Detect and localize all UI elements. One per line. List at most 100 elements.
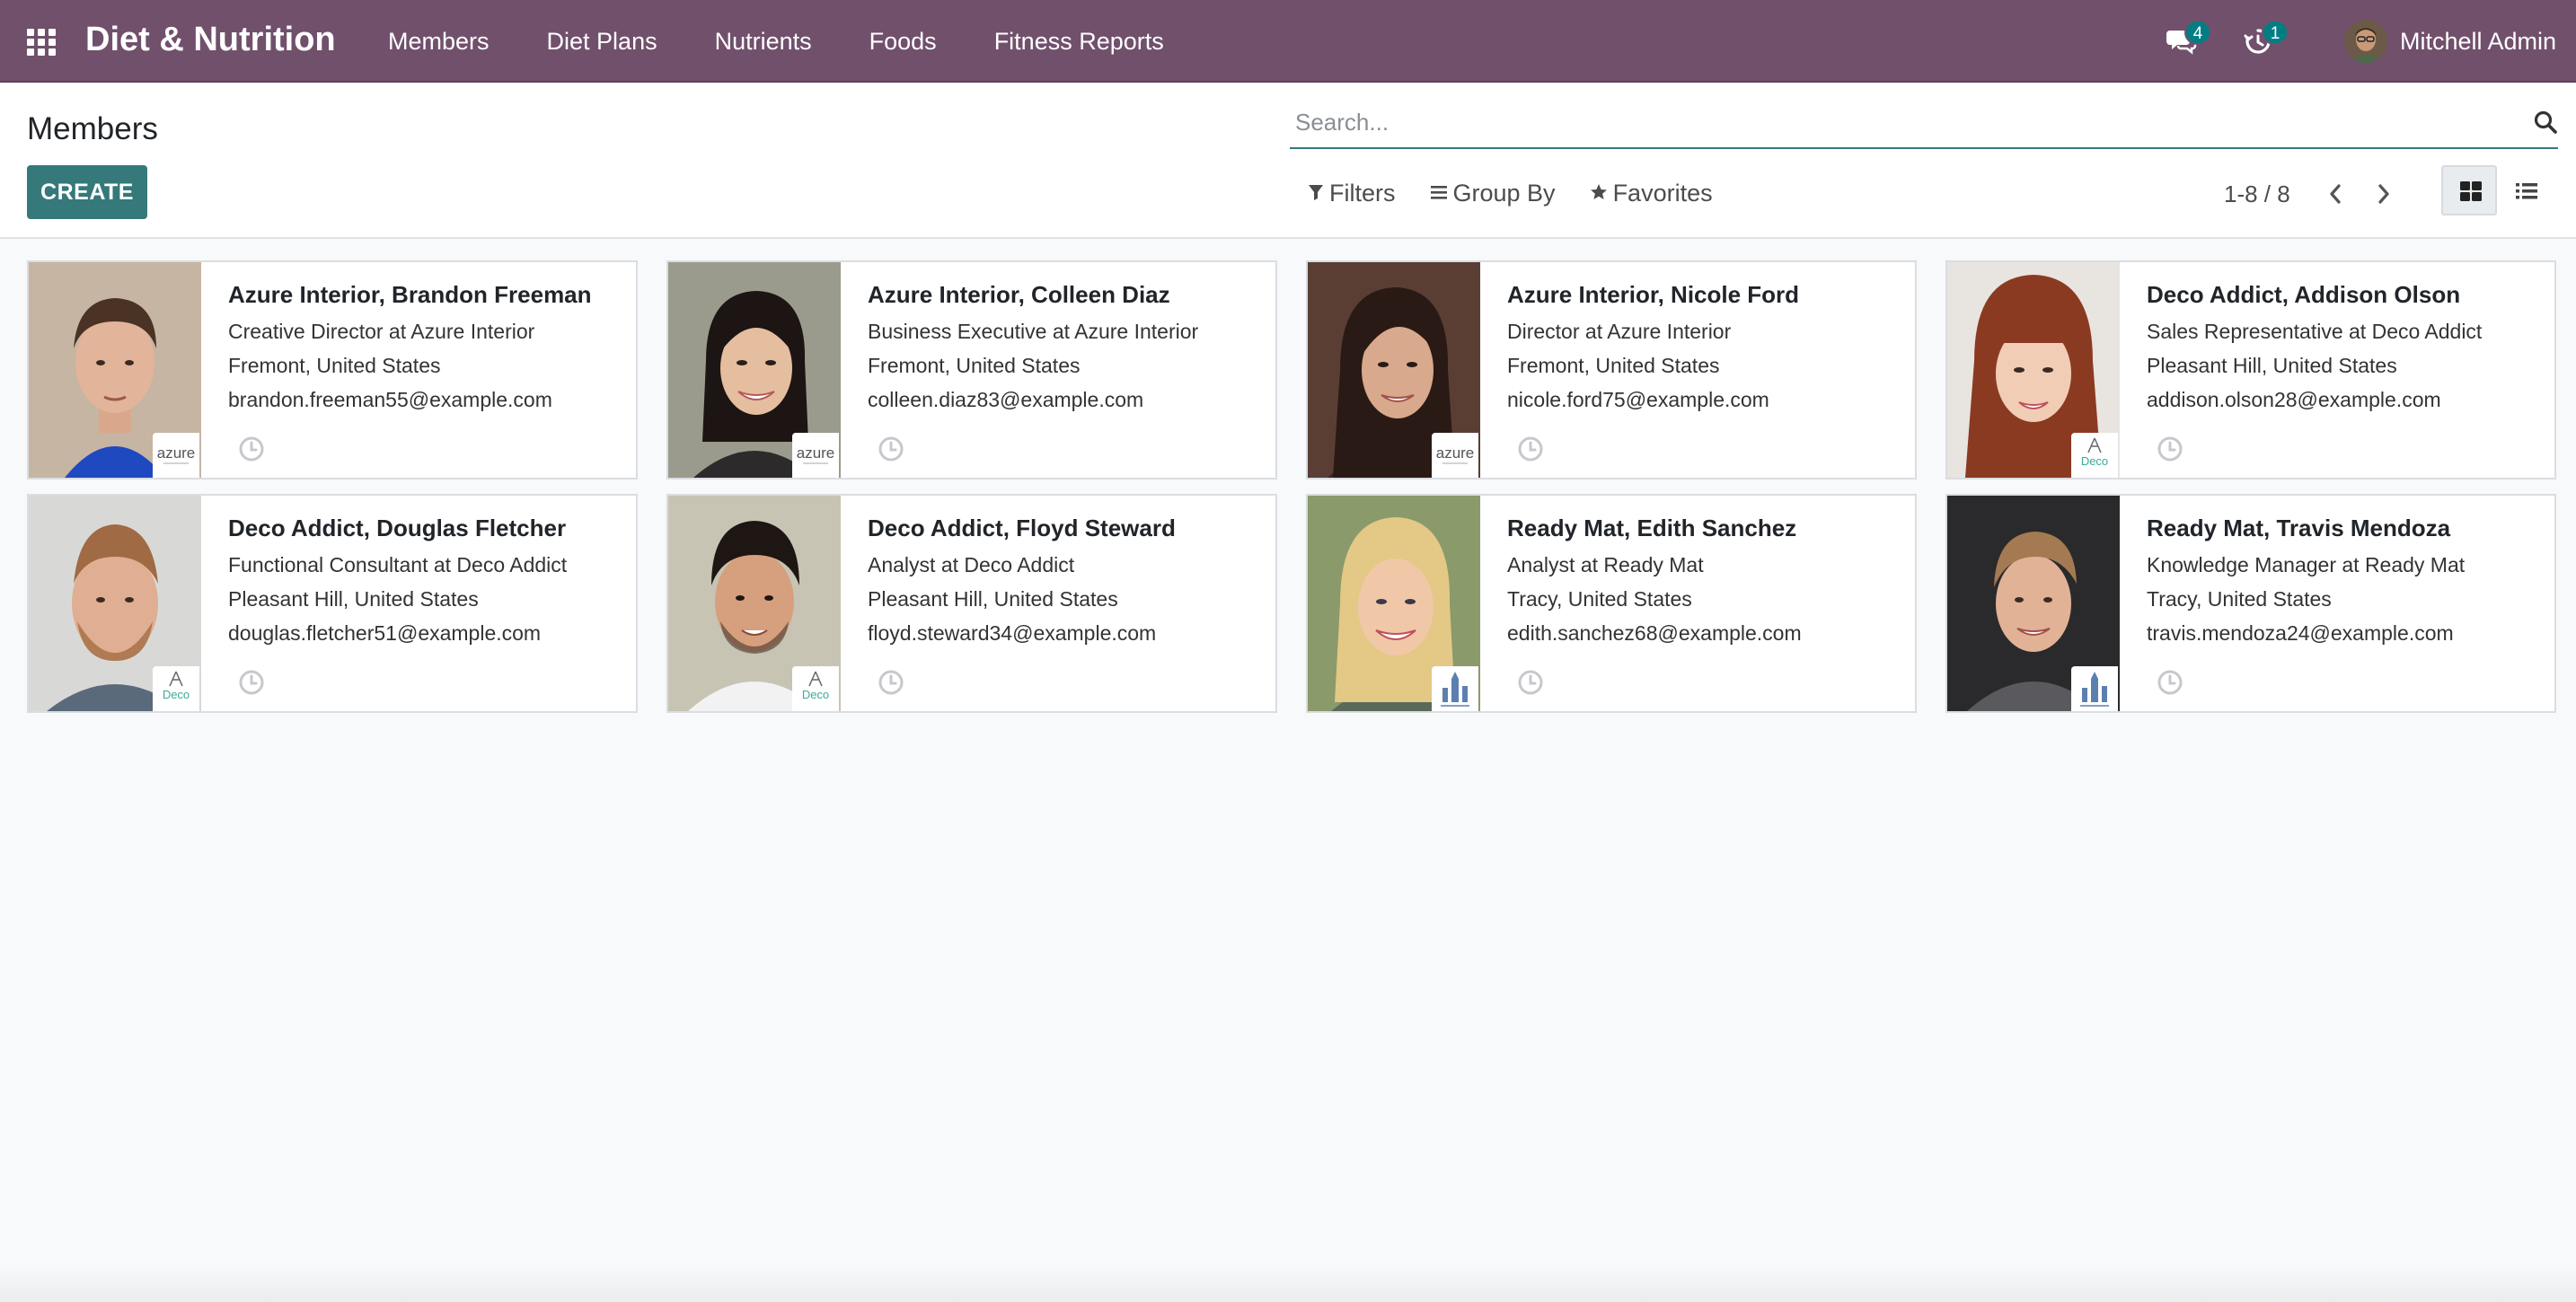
activity-clock-icon[interactable] [877, 435, 905, 463]
star-icon [1590, 180, 1613, 207]
member-job: Business Executive at Azure Interior [868, 320, 1199, 343]
card-body: Ready Mat, Travis Mendoza Knowledge Mana… [2147, 512, 2545, 650]
pager-previous-button[interactable] [2317, 176, 2353, 212]
member-name: Azure Interior, Nicole Ford [1507, 281, 1800, 308]
member-card[interactable]: Deco Deco Addict, Floyd Steward Analyst … [666, 494, 1277, 713]
activities-button[interactable]: 1 [2238, 20, 2289, 63]
logo-text: Deco [163, 688, 190, 701]
list-view-button[interactable] [2497, 165, 2553, 216]
pager-value[interactable]: 1-8 / 8 [2224, 176, 2290, 212]
favorites-button[interactable]: Favorites [1590, 172, 1713, 214]
card-body: Azure Interior, Nicole Ford Director at … [1507, 278, 1906, 417]
member-job: Director at Azure Interior [1507, 320, 1732, 343]
create-button[interactable]: CREATE [27, 165, 147, 219]
pager-next-button[interactable] [2366, 176, 2402, 212]
menu-item-foods[interactable]: Foods [841, 0, 966, 83]
card-body: Azure Interior, Colleen Diaz Business Ex… [868, 278, 1266, 417]
member-job: Sales Representative at Deco Addict [2147, 320, 2483, 343]
card-body: Azure Interior, Brandon Freeman Creative… [228, 278, 627, 417]
member-name: Deco Addict, Floyd Steward [868, 515, 1176, 541]
member-job: Functional Consultant at Deco Addict [228, 553, 568, 576]
member-location: Pleasant Hill, United States [868, 587, 1118, 611]
search-icon[interactable] [2533, 110, 2558, 135]
control-panel: Members CREATE Filters Group By [0, 83, 2576, 239]
activities-count-badge: 1 [2262, 20, 2289, 45]
page-title: Members [27, 111, 158, 146]
member-card[interactable]: Deco Deco Addict, Addison Olson Sales Re… [1945, 260, 2556, 479]
member-name: Deco Addict, Addison Olson [2147, 281, 2461, 308]
activity-clock-icon[interactable] [1516, 435, 1545, 463]
app-brand[interactable]: Diet & Nutrition [85, 18, 336, 61]
member-email: douglas.fletcher51@example.com [228, 621, 542, 645]
member-location: Fremont, United States [228, 354, 441, 377]
search-options: Filters Group By Favorites [1308, 172, 1747, 214]
main-menu: Members Diet Plans Nutrients Foods Fitne… [359, 0, 1193, 83]
menu-item-nutrients[interactable]: Nutrients [686, 0, 841, 83]
company-logo: azure [1432, 433, 1478, 478]
group-by-label: Group By [1452, 179, 1556, 207]
messages-count-badge: 4 [2184, 20, 2211, 45]
user-avatar [2344, 20, 2387, 63]
activity-clock-icon[interactable] [2156, 668, 2184, 697]
member-name: Azure Interior, Brandon Freeman [228, 281, 592, 308]
member-location: Fremont, United States [1507, 354, 1720, 377]
member-job: Analyst at Ready Mat [1507, 553, 1704, 576]
member-card[interactable]: Ready Mat, Edith Sanchez Analyst at Read… [1306, 494, 1917, 713]
bars-icon [1430, 180, 1453, 207]
logo-text: Deco [802, 688, 829, 701]
member-location: Tracy, United States [1507, 587, 1692, 611]
favorites-label: Favorites [1612, 179, 1713, 207]
activity-clock-icon[interactable] [877, 668, 905, 697]
menu-item-diet-plans[interactable]: Diet Plans [518, 0, 686, 83]
member-email: edith.sanchez68@example.com [1507, 621, 1802, 645]
member-location: Fremont, United States [868, 354, 1081, 377]
messages-button[interactable]: 4 [2161, 20, 2211, 63]
member-email: floyd.steward34@example.com [868, 621, 1157, 645]
member-card[interactable]: Deco Deco Addict, Douglas Fletcher Funct… [27, 494, 638, 713]
company-logo: Deco [792, 666, 839, 711]
filter-icon [1308, 180, 1329, 207]
member-job: Creative Director at Azure Interior [228, 320, 535, 343]
card-body: Deco Addict, Floyd Steward Analyst at De… [868, 512, 1266, 650]
logo-text: azure [157, 444, 196, 462]
member-location: Pleasant Hill, United States [228, 587, 479, 611]
activity-clock-icon[interactable] [237, 435, 266, 463]
member-location: Tracy, United States [2147, 587, 2332, 611]
member-job: Analyst at Deco Addict [868, 553, 1075, 576]
member-email: travis.mendoza24@example.com [2147, 621, 2454, 645]
group-by-button[interactable]: Group By [1430, 172, 1556, 214]
activity-clock-icon[interactable] [2156, 435, 2184, 463]
activity-clock-icon[interactable] [237, 668, 266, 697]
card-body: Deco Addict, Addison Olson Sales Represe… [2147, 278, 2545, 417]
user-name: Mitchell Admin [2400, 27, 2557, 55]
member-email: nicole.ford75@example.com [1507, 388, 1769, 411]
card-body: Ready Mat, Edith Sanchez Analyst at Read… [1507, 512, 1906, 650]
logo-text: azure [1436, 444, 1475, 462]
company-logo [1432, 666, 1478, 711]
member-card[interactable]: azure Azure Interior, Nicole Ford Direct… [1306, 260, 1917, 479]
activity-clock-icon[interactable] [1516, 668, 1545, 697]
user-menu[interactable]: Mitchell Admin [2344, 18, 2556, 65]
company-logo: Deco [153, 666, 199, 711]
logo-text: azure [797, 444, 835, 462]
filters-button[interactable]: Filters [1308, 172, 1396, 214]
member-name: Azure Interior, Colleen Diaz [868, 281, 1170, 308]
member-email: colleen.diaz83@example.com [868, 388, 1144, 411]
menu-item-members[interactable]: Members [359, 0, 518, 83]
apps-menu-icon[interactable] [25, 25, 57, 57]
member-location: Pleasant Hill, United States [2147, 354, 2397, 377]
member-email: brandon.freeman55@example.com [228, 388, 552, 411]
top-navbar: Diet & Nutrition Members Diet Plans Nutr… [0, 0, 2576, 83]
card-body: Deco Addict, Douglas Fletcher Functional… [228, 512, 627, 650]
member-card[interactable]: Ready Mat, Travis Mendoza Knowledge Mana… [1945, 494, 2556, 713]
search-box [1290, 97, 2558, 149]
member-card[interactable]: azure Azure Interior, Brandon Freeman Cr… [27, 260, 638, 479]
company-logo: Deco [2071, 433, 2118, 478]
kanban-view-button[interactable] [2441, 165, 2497, 216]
member-name: Ready Mat, Edith Sanchez [1507, 515, 1797, 541]
logo-text: Deco [2081, 454, 2108, 468]
menu-item-fitness-reports[interactable]: Fitness Reports [966, 0, 1193, 83]
member-card[interactable]: azure Azure Interior, Colleen Diaz Busin… [666, 260, 1277, 479]
search-input[interactable] [1293, 97, 2501, 147]
member-name: Deco Addict, Douglas Fletcher [228, 515, 567, 541]
